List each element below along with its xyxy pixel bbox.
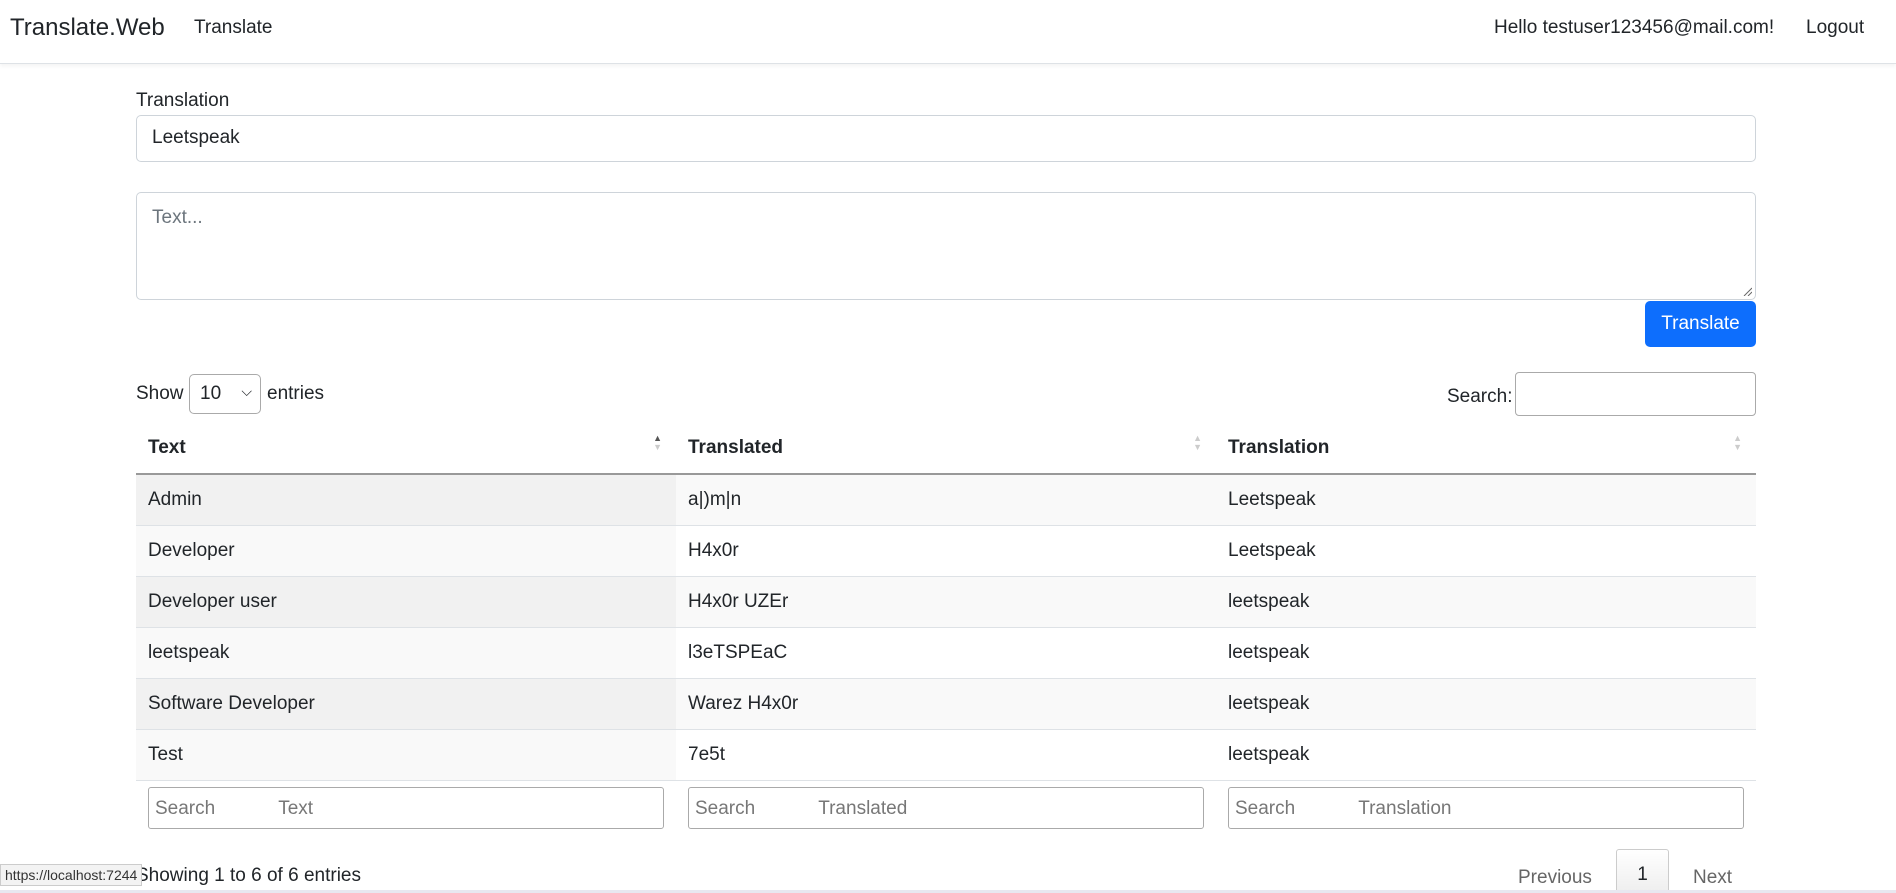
sort-both-icon: ▲ ▼ (1193, 433, 1202, 452)
column-header-label: Translated (688, 436, 784, 458)
table-cell: Leetspeak (1216, 474, 1756, 526)
next-page-button[interactable]: Next (1693, 867, 1732, 889)
translation-select[interactable]: Leetspeak (136, 115, 1756, 162)
status-bar-url: https://localhost:7244 (0, 864, 143, 886)
table-cell: leetspeak (1216, 576, 1756, 628)
text-input-placeholder: Text... (152, 207, 203, 228)
table-cell: Developer (136, 525, 676, 577)
table-cell: Admin (136, 474, 676, 526)
table-footer-cell: Search Translated (676, 779, 1216, 836)
table-cell: Test (136, 729, 676, 781)
show-label: Show (136, 383, 184, 404)
table-cell: leetspeak (1216, 678, 1756, 730)
table-cell: H4x0r UZEr (676, 576, 1216, 628)
table-cell: leetspeak (1216, 729, 1756, 781)
sort-asc-icon: ▲ ▼ (653, 433, 662, 452)
nav-link-translate[interactable]: Translate (194, 17, 273, 39)
column-header-translation[interactable]: Translation ▲ ▼ (1216, 422, 1756, 475)
column-search-translated-input[interactable]: Search Translated (688, 787, 1204, 830)
table-cell: leetspeak (1216, 627, 1756, 679)
chevron-down-icon: ⌵ (241, 383, 252, 399)
table-row: Test 7e5t leetspeak (136, 729, 1756, 781)
table-row: Developer H4x0r Leetspeak (136, 525, 1756, 577)
table-cell: Warez H4x0r (676, 678, 1216, 730)
table-search-input[interactable] (1515, 372, 1756, 416)
column-header-translated[interactable]: Translated ▲ ▼ (676, 422, 1216, 475)
page-size-select[interactable]: 10 ⌵ (189, 374, 261, 414)
navbar: Translate.Web Translate Hello testuser12… (0, 0, 1896, 64)
table-cell: Leetspeak (1216, 525, 1756, 577)
table-cell: a|)m|n (676, 474, 1216, 526)
table-cell: Software Developer (136, 678, 676, 730)
table-cell: 7e5t (676, 729, 1216, 781)
table-row: Software Developer Warez H4x0r leetspeak (136, 678, 1756, 730)
table-cell: Developer user (136, 576, 676, 628)
table-row: leetspeak l3eTSPEaC leetspeak (136, 627, 1756, 679)
table-cell: H4x0r (676, 525, 1216, 577)
translations-table: Text ▲ ▼ Translated ▲ ▼ Translation ▲ ▼ Adm… (136, 422, 1756, 836)
page-size-value: 10 (200, 383, 222, 404)
translation-select-value: Leetspeak (152, 127, 240, 148)
column-header-label: Translation (1228, 436, 1330, 458)
translate-button[interactable]: Translate (1645, 301, 1756, 347)
table-footer-row: Search Text Search Translated Search Tra… (136, 779, 1756, 836)
table-info: Showing 1 to 6 of 6 entries (136, 865, 361, 886)
logout-link[interactable]: Logout (1806, 17, 1864, 39)
table-cell: l3eTSPEaC (676, 627, 1216, 679)
table-row: Admin a|)m|n Leetspeak (136, 474, 1756, 526)
table-header-row: Text ▲ ▼ Translated ▲ ▼ Translation ▲ ▼ (136, 422, 1756, 475)
table-footer-cell: Search Text (136, 779, 676, 836)
brand-link[interactable]: Translate.Web (10, 14, 165, 42)
column-header-text[interactable]: Text ▲ ▼ (136, 422, 676, 475)
search-label: Search: (1447, 386, 1513, 407)
sort-both-icon: ▲ ▼ (1733, 433, 1742, 452)
column-search-translation-input[interactable]: Search Translation (1228, 787, 1744, 830)
text-input[interactable]: Text... (136, 192, 1756, 300)
column-header-label: Text (148, 436, 186, 458)
resize-grip-icon[interactable] (1742, 286, 1752, 296)
column-search-text-input[interactable]: Search Text (148, 787, 664, 830)
entries-label: entries (267, 383, 325, 404)
table-row: Developer user H4x0r UZEr leetspeak (136, 576, 1756, 628)
previous-page-button[interactable]: Previous (1518, 867, 1592, 889)
table-footer-cell: Search Translation (1216, 779, 1756, 836)
page-1-button[interactable]: 1 (1616, 849, 1669, 893)
user-greeting-link[interactable]: Hello testuser123456@mail.com! (1494, 17, 1774, 39)
translation-label: Translation (136, 90, 230, 111)
table-cell: leetspeak (136, 627, 676, 679)
